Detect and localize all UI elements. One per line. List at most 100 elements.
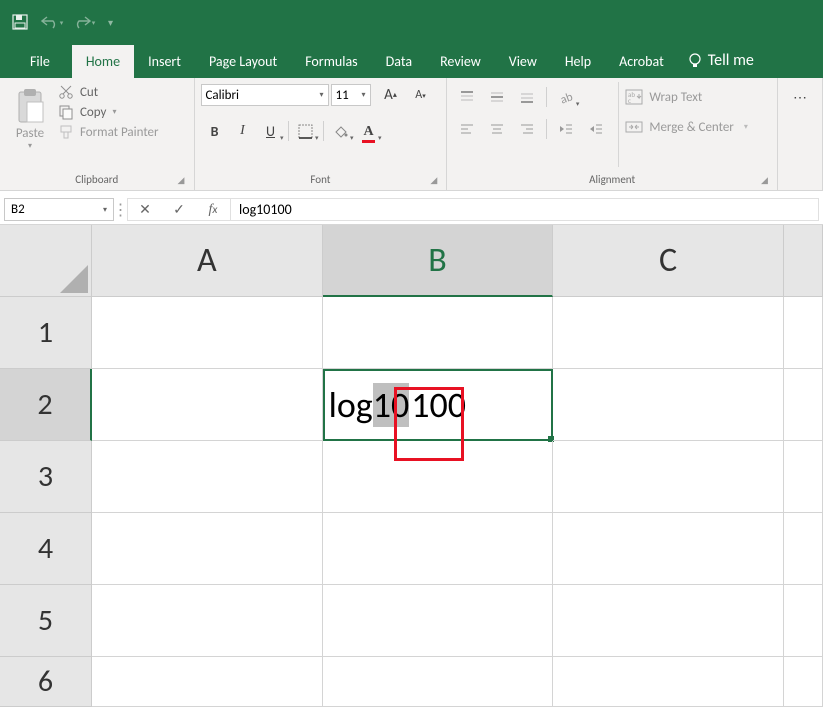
tab-insert[interactable]: Insert [134, 45, 195, 78]
tab-file[interactable]: File [16, 45, 64, 78]
row-header-1[interactable]: 1 [0, 297, 92, 369]
cell-c4[interactable] [553, 513, 784, 585]
tab-page-layout[interactable]: Page Layout [195, 45, 291, 78]
cell-c2[interactable] [553, 369, 784, 441]
formula-bar: B2 ▾ ⋮ ✕ ✓ fx log10100 [0, 195, 823, 225]
worksheet-grid[interactable]: 1 2 3 4 5 6 A B C log10100 [0, 225, 823, 707]
copy-button[interactable]: Copy ▾ [58, 104, 159, 120]
cancel-edit-icon[interactable]: ✕ [128, 201, 162, 218]
save-icon[interactable] [8, 10, 32, 34]
select-all-corner[interactable] [0, 225, 92, 297]
cell-d2[interactable] [784, 369, 823, 441]
tab-data[interactable]: Data [372, 45, 426, 78]
fill-color-button[interactable] [327, 118, 355, 144]
tab-acrobat[interactable]: Acrobat [605, 45, 678, 78]
bold-button[interactable]: B [201, 118, 229, 144]
cell-a6[interactable] [92, 657, 323, 707]
insert-function-icon[interactable]: fx [196, 202, 230, 218]
tab-home[interactable]: Home [72, 45, 134, 78]
font-name-combo[interactable]: Calibri▾ [201, 84, 329, 106]
qat-customize-icon[interactable]: ▾ [108, 16, 113, 29]
border-button[interactable] [292, 118, 320, 144]
increase-font-icon[interactable]: A▴ [377, 82, 405, 108]
increase-indent-icon[interactable] [582, 116, 610, 142]
more-icon[interactable]: ⋯ [786, 84, 814, 110]
alignment-launcher-icon[interactable]: ◢ [761, 175, 773, 187]
align-left-icon[interactable] [453, 116, 481, 142]
cell-d4[interactable] [784, 513, 823, 585]
cell-d3[interactable] [784, 441, 823, 513]
undo-icon[interactable]: ▾ [40, 10, 64, 34]
formula-input[interactable]: log10100 [231, 198, 819, 221]
align-center-icon[interactable] [483, 116, 511, 142]
cell-d5[interactable] [784, 585, 823, 657]
cell-b3[interactable] [323, 441, 554, 513]
col-header-b[interactable]: B [323, 225, 554, 297]
redo-icon[interactable]: ▾ [72, 10, 96, 34]
tab-view[interactable]: View [495, 45, 551, 78]
cell-b4[interactable] [323, 513, 554, 585]
col-header-a[interactable]: A [92, 225, 323, 297]
namebox-resize[interactable]: ⋮ [114, 198, 128, 221]
tell-me[interactable]: Tell me [678, 43, 764, 78]
align-bottom-icon[interactable] [513, 84, 541, 110]
cell-b5[interactable] [323, 585, 554, 657]
row-header-2[interactable]: 2 [0, 369, 92, 441]
clipboard-launcher-icon[interactable]: ◢ [178, 175, 190, 187]
col-header-c[interactable]: C [553, 225, 784, 297]
align-right-icon[interactable] [513, 116, 541, 142]
cell-b6[interactable] [323, 657, 554, 707]
row-header-5[interactable]: 5 [0, 585, 92, 657]
cell-a3[interactable] [92, 441, 323, 513]
italic-button[interactable]: I [229, 118, 257, 144]
group-font: Calibri▾ 11▾ A▴ A▾ B I U [195, 78, 448, 190]
orientation-icon[interactable]: ab [552, 84, 580, 110]
row-header-3[interactable]: 3 [0, 441, 92, 513]
format-painter-button[interactable]: Format Painter [58, 124, 159, 140]
decrease-font-icon[interactable]: A▾ [407, 82, 435, 108]
cell-c3[interactable] [553, 441, 784, 513]
font-launcher-icon[interactable]: ◢ [430, 175, 442, 187]
cell-b2[interactable]: log10100 [323, 369, 554, 441]
wrap-text-label: Wrap Text [649, 90, 702, 105]
wrap-text-button[interactable]: abc Wrap Text [625, 84, 748, 110]
cell-a5[interactable] [92, 585, 323, 657]
name-box[interactable]: B2 ▾ [4, 198, 114, 221]
font-color-button[interactable]: A [355, 118, 383, 144]
tab-formulas[interactable]: Formulas [291, 45, 371, 78]
cell-text-suffix: 100 [411, 383, 466, 427]
col-header-d[interactable] [784, 225, 823, 297]
cell-text-prefix: log [329, 383, 373, 427]
lightbulb-icon [688, 53, 702, 69]
merge-center-button[interactable]: Merge & Center ▾ [625, 114, 748, 140]
tab-review[interactable]: Review [426, 45, 495, 78]
cut-label: Cut [80, 85, 98, 100]
underline-button[interactable]: U [257, 118, 285, 144]
font-size-value: 11 [336, 88, 349, 103]
align-middle-icon[interactable] [483, 84, 511, 110]
decrease-indent-icon[interactable] [552, 116, 580, 142]
confirm-edit-icon[interactable]: ✓ [162, 201, 196, 218]
cell-d6[interactable] [784, 657, 823, 707]
paste-button[interactable]: Paste ▾ [6, 82, 54, 167]
group-overflow: ⋯ [778, 78, 823, 190]
cell-a4[interactable] [92, 513, 323, 585]
cell-a2[interactable] [92, 369, 323, 441]
font-name-value: Calibri [206, 88, 239, 103]
align-top-icon[interactable] [453, 84, 481, 110]
row-header-4[interactable]: 4 [0, 513, 92, 585]
cell-text-selected: 10 [373, 383, 410, 427]
cell-c5[interactable] [553, 585, 784, 657]
group-clipboard-label: Clipboard [0, 171, 194, 190]
row-header-6[interactable]: 6 [0, 657, 92, 707]
cell-c1[interactable] [553, 297, 784, 369]
cut-button[interactable]: Cut [58, 84, 159, 100]
cell-c6[interactable] [553, 657, 784, 707]
font-size-combo[interactable]: 11▾ [331, 84, 371, 106]
tab-help[interactable]: Help [551, 45, 605, 78]
cell-a1[interactable] [92, 297, 323, 369]
cell-d1[interactable] [784, 297, 823, 369]
cell-b1[interactable] [323, 297, 554, 369]
chevron-down-icon[interactable]: ▾ [103, 205, 107, 215]
format-painter-label: Format Painter [80, 125, 159, 140]
